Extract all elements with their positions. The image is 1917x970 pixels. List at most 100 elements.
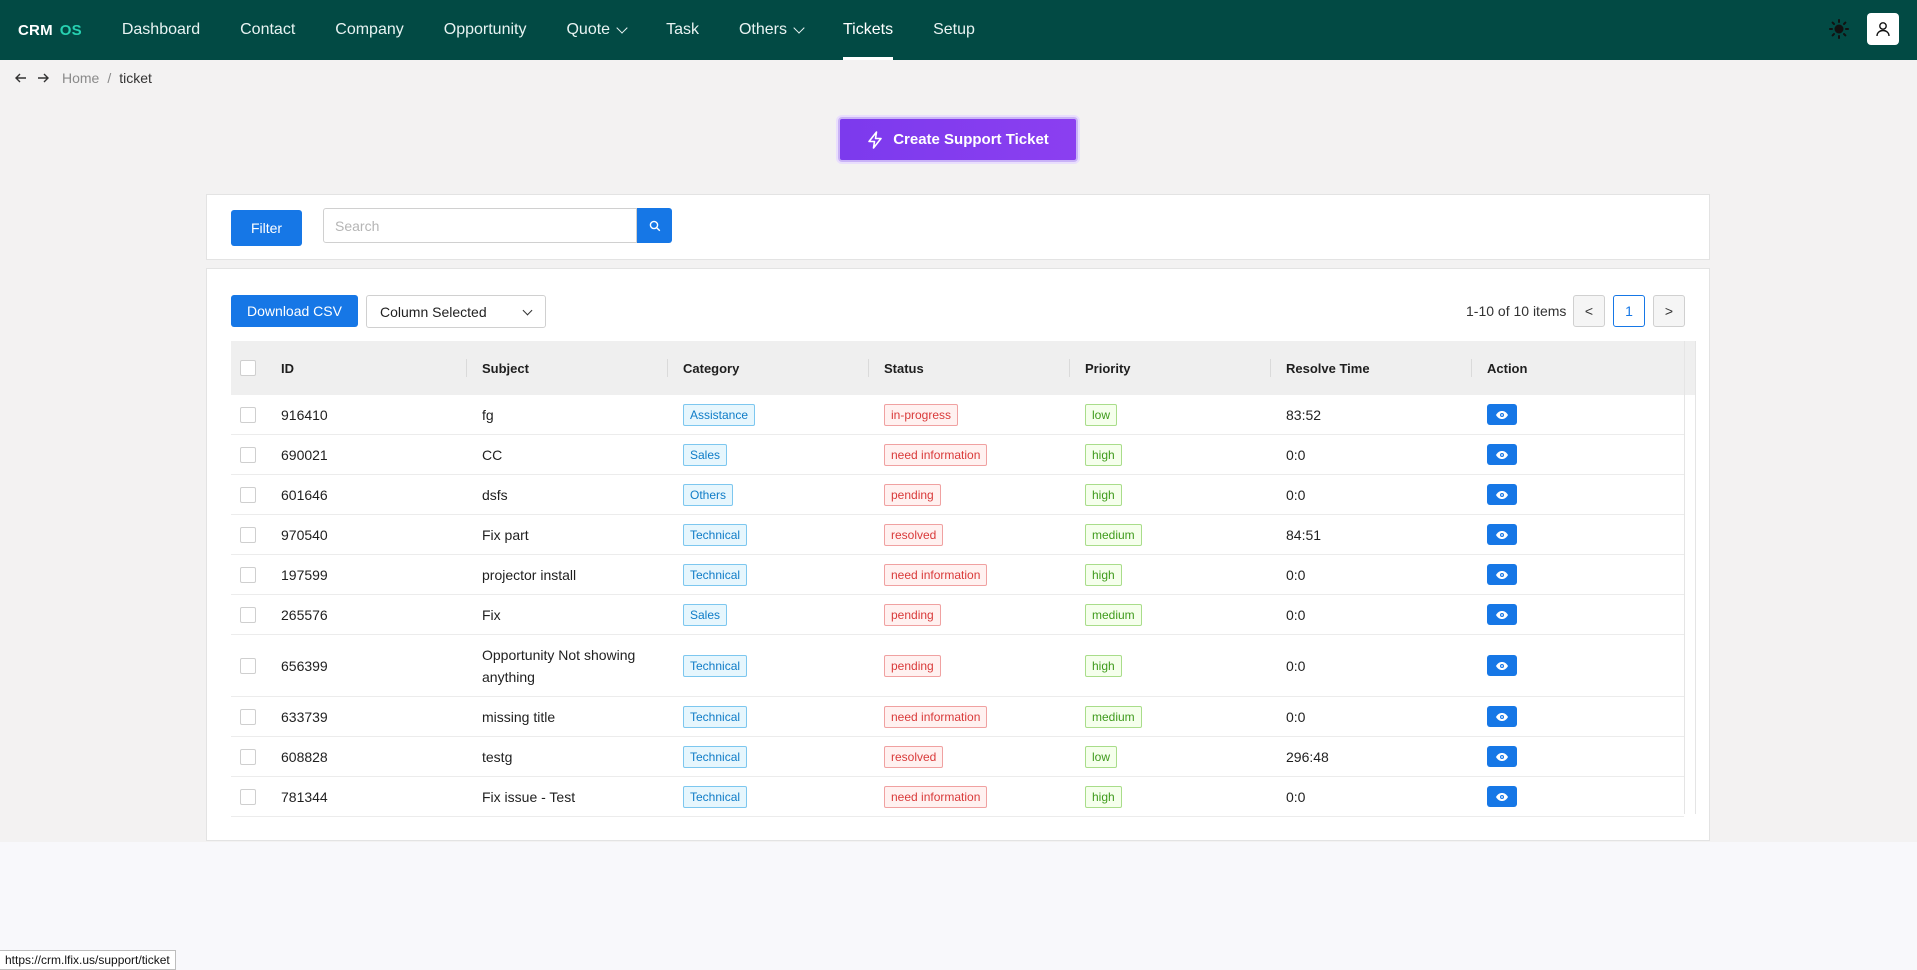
user-menu-button[interactable] — [1867, 13, 1899, 45]
cell-id: 690021 — [281, 446, 328, 463]
table-row[interactable]: 633739 missing title Technical need informa… — [231, 697, 1684, 737]
view-ticket-button[interactable] — [1487, 524, 1517, 545]
nav-item-label: Dashboard — [121, 21, 201, 38]
priority-tag: medium — [1085, 603, 1142, 626]
cell-subject: Fix part — [482, 526, 529, 543]
header-status[interactable]: Status — [868, 341, 1069, 395]
cell-id: 265576 — [281, 606, 328, 623]
cell-subject: Fix — [482, 606, 501, 623]
cell-resolve-time: 296:48 — [1286, 748, 1329, 765]
view-ticket-button[interactable] — [1487, 404, 1517, 425]
view-ticket-button[interactable] — [1487, 706, 1517, 727]
priority-tag: medium — [1085, 523, 1142, 546]
breadcrumb-separator: / — [107, 70, 112, 86]
forward-arrow-icon[interactable] — [36, 71, 50, 85]
table-row[interactable]: 265576 Fix Sales pending medium 0:0 — [231, 595, 1684, 635]
cell-resolve-time: 0:0 — [1286, 606, 1306, 623]
cell-subject: CC — [482, 446, 503, 463]
row-checkbox[interactable] — [240, 748, 256, 765]
logo-main: CRM — [18, 21, 53, 39]
breadcrumb: Home / ticket — [14, 70, 152, 86]
top-nav: CRM OS Dashboard Contact Company Opportunity… — [0, 0, 1917, 60]
category-tag: Technical — [683, 654, 748, 677]
nav-item-tickets[interactable]: Tickets — [823, 0, 913, 60]
column-select-dropdown[interactable]: Column Selected — [366, 295, 546, 328]
table-row[interactable]: 197599 projector install Technical need inf… — [231, 555, 1684, 595]
theme-toggle-sun-icon[interactable] — [1829, 19, 1849, 39]
cell-id: 633739 — [281, 708, 328, 725]
priority-tag: high — [1085, 443, 1122, 466]
row-checkbox[interactable] — [240, 526, 256, 543]
download-csv-button[interactable]: Download CSV — [231, 295, 358, 327]
status-tag: in-progress — [884, 403, 959, 426]
create-button-label: Create Support Ticket — [893, 131, 1049, 148]
cell-subject: dsfs — [482, 486, 508, 503]
view-ticket-button[interactable] — [1487, 655, 1517, 676]
table-row[interactable]: 656399 Opportunity Not showing anything Te… — [231, 635, 1684, 697]
table-row[interactable]: 970540 Fix part Technical resolved medium 84:… — [231, 515, 1684, 555]
header-subject[interactable]: Subject — [466, 341, 667, 395]
cell-subject: Fix issue - Test — [482, 788, 576, 805]
category-tag: Technical — [683, 523, 748, 546]
row-checkbox[interactable] — [240, 708, 256, 725]
nav-item-contact[interactable]: Contact — [220, 0, 315, 60]
row-checkbox[interactable] — [240, 657, 256, 674]
category-tag: Assistance — [683, 403, 756, 426]
cell-resolve-time: 0:0 — [1286, 788, 1306, 805]
prev-page-button[interactable]: < — [1573, 295, 1605, 327]
status-tag: need information — [884, 705, 988, 728]
row-checkbox[interactable] — [240, 788, 256, 805]
header-category[interactable]: Category — [667, 341, 868, 395]
table-row[interactable]: 916410 fg Assistance in-progress low 83:52 — [231, 395, 1684, 435]
nav-item-company[interactable]: Company — [315, 0, 423, 60]
status-tag: pending — [884, 603, 941, 626]
nav-item-opportunity[interactable]: Opportunity — [424, 0, 547, 60]
next-page-button[interactable]: > — [1653, 295, 1685, 327]
table-row[interactable]: 608828 testg Technical resolved low 296:48 — [231, 737, 1684, 777]
cell-subject: projector install — [482, 566, 577, 583]
view-ticket-button[interactable] — [1487, 564, 1517, 585]
page-1-button[interactable]: 1 — [1613, 295, 1645, 327]
search-button[interactable] — [637, 208, 672, 243]
header-priority[interactable]: Priority — [1069, 341, 1270, 395]
view-ticket-button[interactable] — [1487, 786, 1517, 807]
nav-item-others[interactable]: Others — [719, 0, 823, 60]
row-checkbox[interactable] — [240, 566, 256, 583]
nav-item-dashboard[interactable]: Dashboard — [102, 0, 220, 60]
row-checkbox[interactable] — [240, 486, 256, 503]
eye-icon — [1495, 610, 1509, 620]
back-arrow-icon[interactable] — [14, 71, 28, 85]
row-checkbox[interactable] — [240, 606, 256, 623]
nav-item-quote[interactable]: Quote — [546, 0, 646, 60]
header-resolve-time[interactable]: Resolve Time — [1270, 341, 1471, 395]
table-row[interactable]: 601646 dsfs Others pending high 0:0 — [231, 475, 1684, 515]
eye-icon — [1495, 410, 1509, 420]
filter-button[interactable]: Filter — [231, 210, 302, 246]
view-ticket-button[interactable] — [1487, 604, 1517, 625]
nav-item-setup[interactable]: Setup — [913, 0, 995, 60]
app-logo[interactable]: CRM OS — [18, 22, 82, 39]
select-all-checkbox[interactable] — [240, 360, 256, 376]
status-tag: resolved — [884, 523, 944, 546]
header-action: Action — [1471, 341, 1672, 395]
search-input[interactable] — [323, 208, 637, 243]
header-id[interactable]: ID — [265, 341, 466, 395]
cell-id: 656399 — [281, 657, 328, 674]
cell-resolve-time: 0:0 — [1286, 446, 1306, 463]
view-ticket-button[interactable] — [1487, 444, 1517, 465]
breadcrumb-home[interactable]: Home — [62, 70, 99, 86]
create-support-ticket-button[interactable]: Create Support Ticket — [838, 117, 1078, 162]
priority-tag: medium — [1085, 705, 1142, 728]
table-row[interactable]: 781344 Fix issue - Test Technical need info… — [231, 777, 1684, 817]
table-row[interactable]: 690021 CC Sales need information high 0:0 — [231, 435, 1684, 475]
eye-icon — [1495, 450, 1509, 460]
row-checkbox[interactable] — [240, 446, 256, 463]
table-scrollbar[interactable] — [1684, 341, 1696, 814]
view-ticket-button[interactable] — [1487, 746, 1517, 767]
cell-id: 970540 — [281, 526, 328, 543]
row-checkbox[interactable] — [240, 406, 256, 423]
cell-subject: missing title — [482, 708, 556, 725]
status-tag: resolved — [884, 745, 944, 768]
nav-item-task[interactable]: Task — [646, 0, 719, 60]
view-ticket-button[interactable] — [1487, 484, 1517, 505]
